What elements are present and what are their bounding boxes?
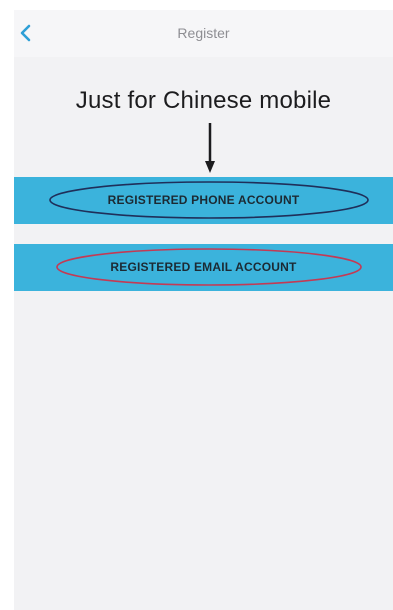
down-arrow-icon: [202, 121, 218, 181]
register-email-account-button[interactable]: REGISTERED EMAIL ACCOUNT: [14, 244, 393, 291]
page-title: Register: [177, 25, 230, 41]
annotation-text: Just for Chinese mobile: [75, 87, 332, 114]
register-phone-account-button[interactable]: REGISTERED PHONE ACCOUNT: [14, 177, 393, 224]
register-screen: Register Just for Chinese mobile REGISTE…: [14, 10, 393, 610]
register-phone-account-label: REGISTERED PHONE ACCOUNT: [107, 193, 300, 207]
nav-bar: Register: [14, 10, 393, 57]
register-email-account-label: REGISTERED EMAIL ACCOUNT: [110, 260, 297, 274]
